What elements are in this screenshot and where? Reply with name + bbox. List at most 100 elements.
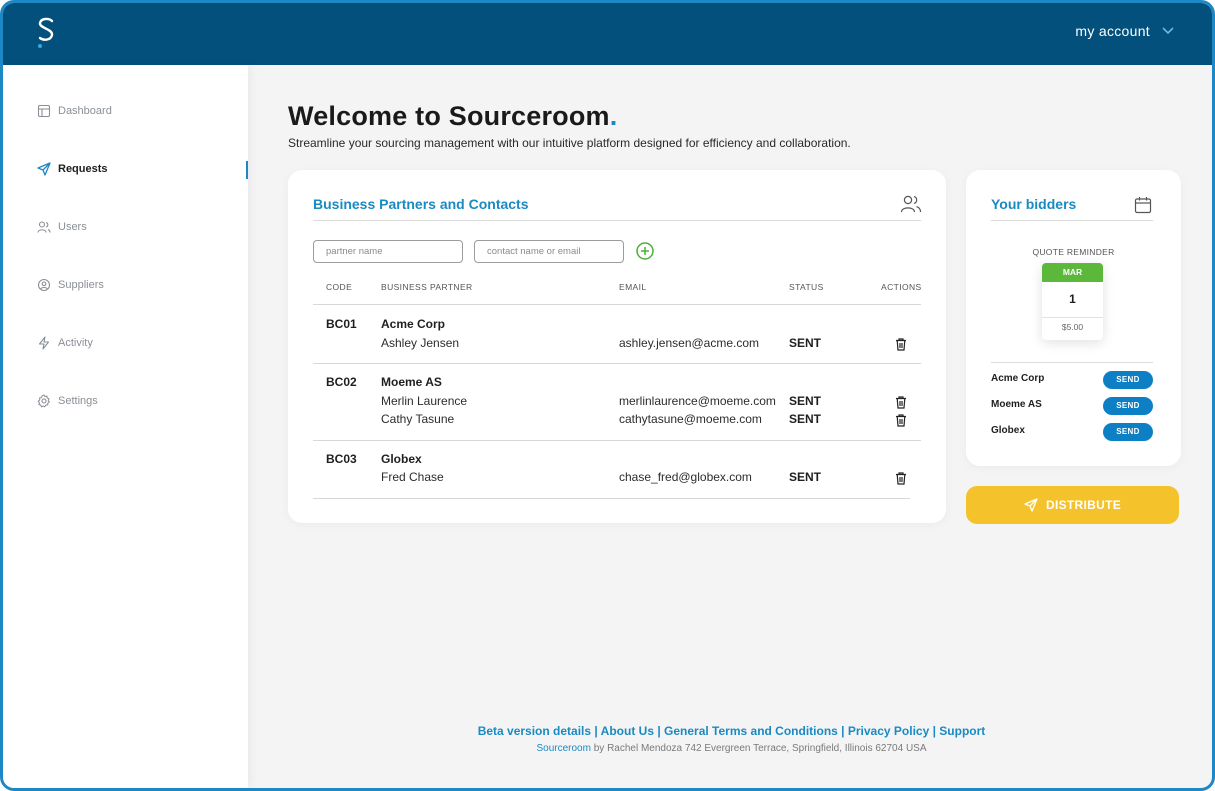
distribute-button[interactable]: DISTRIBUTE — [966, 486, 1179, 524]
column-header-email: EMAIL — [619, 282, 647, 292]
sidebar-item-label: Users — [58, 221, 87, 233]
sidebar-item-activity[interactable]: Activity — [37, 333, 248, 353]
add-circle-icon[interactable] — [635, 241, 655, 261]
sidebar-item-dashboard[interactable]: Dashboard — [37, 101, 248, 121]
row-partner-name: Globex — [381, 452, 422, 466]
row-status: SENT — [789, 412, 822, 426]
footer-brand-link[interactable]: Sourceroom — [536, 743, 590, 754]
bidders-card: Your bidders QUOTE REMINDER MAR 1 $5.00 … — [966, 170, 1181, 466]
row-contact-name: Merlin Laurence — [381, 394, 468, 408]
footer-separator: | — [654, 724, 665, 738]
bidder-name: Moeme AS — [991, 399, 1042, 410]
column-header-actions: ACTIONS — [881, 282, 922, 292]
account-label: my account — [1075, 23, 1150, 39]
divider — [313, 304, 921, 305]
calendar-day: 1 — [1069, 292, 1076, 306]
sidebar-item-settings[interactable]: Settings — [37, 391, 248, 411]
page-title-dot: . — [609, 101, 618, 131]
trash-icon[interactable] — [895, 396, 907, 409]
footer-separator: | — [929, 724, 940, 738]
send-button[interactable]: SEND — [1103, 397, 1153, 415]
divider — [991, 362, 1153, 363]
bidder-name: Acme Corp — [991, 373, 1045, 384]
lightning-icon — [38, 336, 50, 350]
footer-separator: | — [591, 724, 601, 738]
row-code: BC02 — [326, 375, 357, 389]
dashboard-icon — [37, 104, 51, 118]
bidder-name: Globex — [991, 425, 1025, 436]
footer-address: Sourceroom by Rachel Mendoza 742 Evergre… — [248, 743, 1212, 754]
row-code: BC03 — [326, 452, 357, 466]
top-bar: my account — [3, 3, 1212, 65]
row-partner-name: Acme Corp — [381, 317, 446, 331]
footer-link-beta[interactable]: Beta version details — [478, 724, 591, 738]
suppliers-icon — [37, 278, 51, 292]
sidebar-item-users[interactable]: Users — [37, 217, 248, 237]
contact-search-input[interactable] — [474, 240, 624, 263]
divider — [313, 363, 921, 364]
row-partner-name: Moeme AS — [381, 375, 442, 389]
column-header-code: CODE — [326, 282, 353, 292]
sidebar-item-requests[interactable]: Requests — [37, 159, 248, 179]
divider — [313, 220, 921, 221]
calendar-month: MAR — [1042, 263, 1103, 282]
quote-reminder-calendar[interactable]: MAR 1 $5.00 — [1042, 263, 1103, 340]
sidebar-item-label: Requests — [58, 163, 108, 175]
partners-card-title: Business Partners and Contacts — [313, 196, 529, 212]
row-status: SENT — [789, 470, 822, 484]
row-status: SENT — [789, 336, 822, 350]
account-menu[interactable]: my account — [1075, 23, 1174, 39]
divider — [313, 440, 921, 441]
trash-icon[interactable] — [895, 472, 907, 485]
sidebar-item-label: Suppliers — [58, 279, 104, 291]
row-contact-email: chase_fred@globex.com — [619, 470, 752, 484]
footer-link-support[interactable]: Support — [939, 724, 985, 738]
sidebar-item-label: Dashboard — [58, 105, 112, 117]
row-status: SENT — [789, 394, 822, 408]
sidebar-item-label: Settings — [58, 395, 98, 407]
send-button[interactable]: SEND — [1103, 371, 1153, 389]
row-code: BC01 — [326, 317, 357, 331]
sidebar: Dashboard Requests Users Suppliers Activ… — [3, 65, 248, 788]
divider — [313, 498, 910, 499]
users-icon — [37, 221, 51, 233]
users-icon[interactable] — [900, 194, 922, 214]
partners-card: Business Partners and Contacts CODE BUSI… — [288, 170, 946, 523]
column-header-partner: BUSINESS PARTNER — [381, 282, 473, 292]
row-contact-name: Fred Chase — [381, 470, 444, 484]
footer-links: Beta version details | About Us | Genera… — [248, 724, 1212, 738]
footer-address-text: by Rachel Mendoza 742 Evergreen Terrace,… — [590, 743, 927, 754]
sidebar-item-suppliers[interactable]: Suppliers — [37, 275, 248, 295]
sidebar-item-label: Activity — [58, 337, 93, 349]
footer-link-terms[interactable]: General Terms and Conditions — [664, 724, 838, 738]
app-window: my account Dashboard Requests Users Supp… — [0, 0, 1215, 791]
footer-link-privacy[interactable]: Privacy Policy — [848, 724, 929, 738]
trash-icon[interactable] — [895, 414, 907, 427]
chevron-down-icon — [1162, 27, 1174, 35]
footer-link-about[interactable]: About Us — [601, 724, 654, 738]
calendar-icon[interactable] — [1134, 196, 1152, 214]
row-contact-email: cathytasune@moeme.com — [619, 412, 762, 426]
page-title-text: Welcome to Sourceroom — [288, 101, 610, 131]
main-content: Welcome to Sourceroom. Streamline your s… — [248, 65, 1212, 788]
footer-separator: | — [837, 724, 848, 738]
sourceroom-logo-icon[interactable] — [33, 15, 59, 51]
page-title: Welcome to Sourceroom. — [288, 101, 617, 132]
send-button[interactable]: SEND — [1103, 423, 1153, 441]
gear-icon — [37, 394, 50, 408]
divider — [991, 220, 1153, 221]
column-header-status: STATUS — [789, 282, 824, 292]
quote-reminder-label: QUOTE REMINDER — [1032, 247, 1115, 257]
row-contact-name: Cathy Tasune — [381, 412, 455, 426]
row-contact-email: ashley.jensen@acme.com — [619, 336, 760, 350]
page-subtitle: Streamline your sourcing management with… — [288, 136, 851, 150]
partner-name-input[interactable] — [313, 240, 463, 263]
distribute-label: DISTRIBUTE — [1046, 498, 1121, 512]
calendar-price: $5.00 — [1042, 317, 1103, 337]
row-contact-email: merlinlaurence@moeme.com — [619, 394, 776, 408]
send-icon — [1024, 498, 1038, 512]
trash-icon[interactable] — [895, 338, 907, 351]
bidders-card-title: Your bidders — [991, 196, 1077, 212]
row-contact-name: Ashley Jensen — [381, 336, 460, 350]
send-icon — [37, 162, 51, 176]
